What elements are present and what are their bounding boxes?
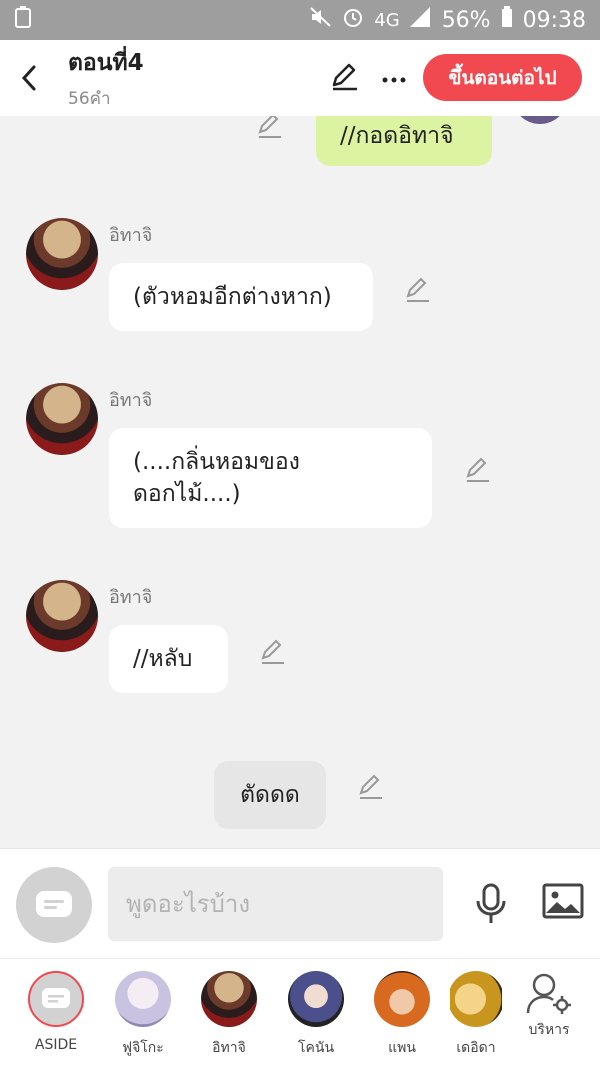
image-button[interactable] — [542, 883, 584, 923]
pencil-icon — [359, 774, 382, 799]
microphone-icon — [476, 883, 506, 923]
mute-icon — [310, 7, 332, 33]
image-icon — [542, 883, 584, 919]
edit-message-button[interactable] — [259, 638, 287, 666]
pencil-icon — [406, 277, 429, 302]
character-pain[interactable]: แพน — [364, 971, 440, 1059]
pencil-icon — [332, 63, 357, 91]
message-text: //กอดอิทาจิ — [340, 123, 454, 149]
character-label: ASIDE — [34, 1037, 78, 1053]
avatar — [374, 971, 430, 1027]
aside-avatar — [28, 971, 84, 1027]
message-bubble[interactable]: (ตัวหอมอีกต่างหาก) — [109, 263, 373, 331]
edit-message-button[interactable] — [357, 773, 385, 801]
character-aside[interactable]: ASIDE — [18, 971, 94, 1053]
message-text: (ตัวหอมอีกต่างหาก) — [133, 284, 332, 310]
word-count: 56คำ — [68, 88, 111, 109]
avatar — [115, 971, 171, 1027]
chat-bubble-icon — [42, 988, 70, 1008]
edit-title-button[interactable] — [330, 61, 360, 95]
sender-name: อิทาจิ — [109, 225, 153, 246]
aside-toggle-button[interactable] — [16, 867, 92, 943]
edit-message-button[interactable] — [256, 116, 284, 140]
signal-icon — [409, 7, 432, 33]
message-bubble[interactable]: (....กลิ่นหอมของ ดอกไม้....) — [109, 428, 432, 528]
message-text: ตัดดด — [240, 782, 300, 808]
next-chapter-button[interactable]: ขึ้นตอนต่อไป — [423, 54, 582, 101]
avatar[interactable] — [26, 383, 98, 455]
edit-message-button[interactable] — [464, 456, 492, 484]
sender-name: อิทาจิ — [109, 390, 153, 411]
battery-percent: 56% — [441, 7, 491, 33]
avatar — [201, 971, 257, 1027]
message-input[interactable] — [108, 867, 443, 941]
message-text: //หลับ — [133, 646, 193, 672]
back-button[interactable] — [4, 40, 54, 116]
alarm-icon — [342, 6, 364, 34]
voice-button[interactable] — [474, 883, 508, 929]
battery-icon — [501, 6, 513, 34]
user-settings-icon — [526, 973, 571, 1014]
recycle-icon — [14, 6, 32, 34]
message-text: (....กลิ่นหอมของ ดอกไม้....) — [133, 449, 300, 507]
narration-bubble[interactable]: ตัดดด — [214, 761, 326, 829]
more-button[interactable] — [382, 69, 406, 88]
character-fujiko[interactable]: ฟูจิโกะ — [105, 971, 181, 1059]
character-label: แพน — [388, 1040, 416, 1056]
pencil-icon — [466, 457, 489, 482]
chapter-header: ตอนที่4 56คำ ขึ้นตอนต่อไป — [0, 40, 600, 116]
character-label: โคนัน — [297, 1040, 335, 1056]
avatar — [450, 971, 502, 1027]
character-deidara[interactable]: เดอิดา — [450, 971, 502, 1059]
chat-bubble-icon — [36, 891, 72, 917]
network-label: 4G — [374, 9, 400, 31]
more-icon — [382, 77, 406, 82]
status-bar: 4G 56% 09:38 — [0, 0, 600, 40]
edit-message-button[interactable] — [404, 276, 432, 304]
chevron-left-icon — [21, 65, 36, 91]
character-label: อิทาจิ — [212, 1040, 246, 1056]
pencil-icon — [258, 116, 281, 138]
page-title: ตอนที่4 — [68, 49, 144, 76]
clock: 09:38 — [522, 7, 586, 33]
avatar — [288, 971, 344, 1027]
character-label: เดอิดา — [456, 1040, 496, 1056]
character-konan[interactable]: โคนัน — [278, 971, 354, 1059]
message-bubble[interactable]: //หลับ — [109, 625, 228, 693]
avatar[interactable] — [26, 580, 98, 652]
sender-name: อิทาจิ — [109, 587, 153, 608]
character-selector: ASIDE ฟูจิโกะ อิทาจิ โคนัน แพน เดอิดา บร… — [0, 958, 600, 1067]
message-bubble-self[interactable]: //กอดอิทาจิ — [316, 116, 492, 166]
avatar — [512, 116, 568, 124]
manage-characters-button[interactable]: บริหาร — [511, 971, 587, 1041]
character-label: ฟูจิโกะ — [122, 1040, 164, 1056]
pencil-icon — [261, 639, 284, 664]
avatar[interactable] — [26, 218, 98, 290]
composer-bar — [0, 848, 600, 958]
chat-area[interactable]: //กอดอิทาจิ อิทาจิ (ตัวหอมอีกต่างหาก) อิ… — [0, 116, 600, 848]
character-label: บริหาร — [528, 1022, 570, 1038]
character-itachi[interactable]: อิทาจิ — [191, 971, 267, 1059]
